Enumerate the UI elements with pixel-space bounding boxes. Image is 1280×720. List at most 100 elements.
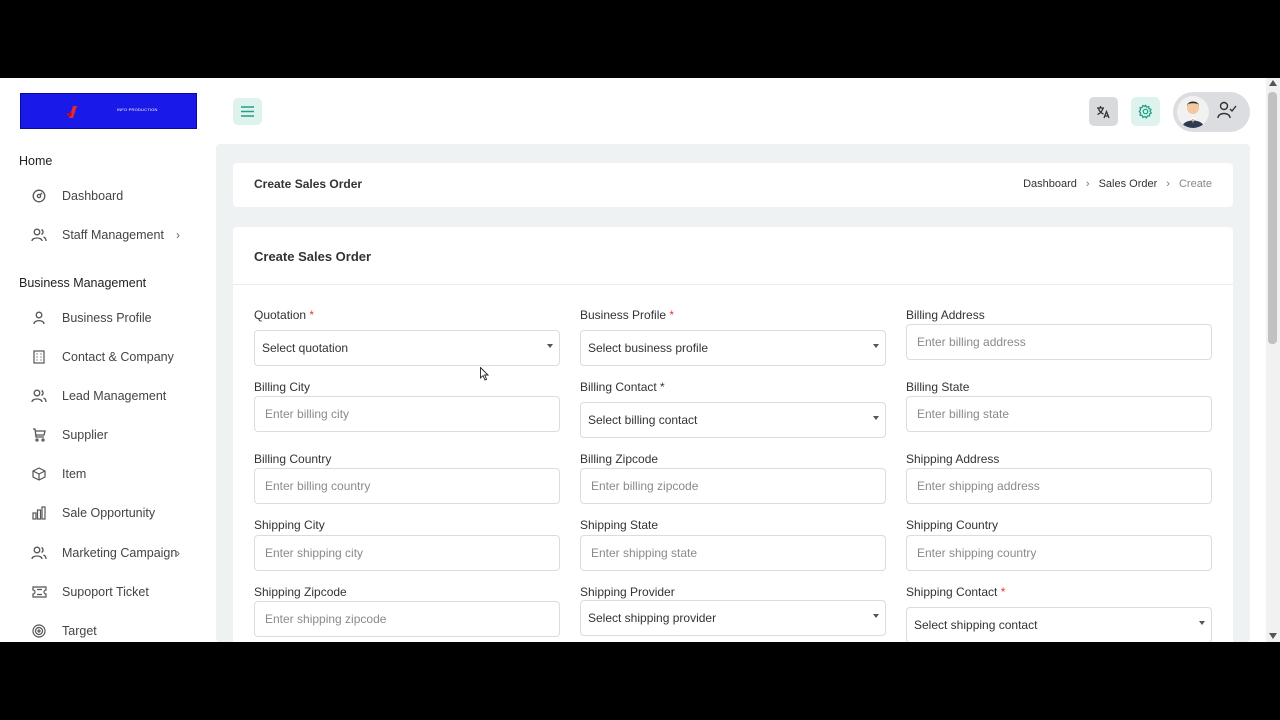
chevron-right-icon: ›	[1166, 178, 1170, 190]
select-value: Select shipping contact	[914, 618, 1038, 632]
sidebar-item-supplier[interactable]: Supplier	[30, 424, 200, 446]
label-text: Shipping Contact	[906, 585, 998, 599]
user-check-icon	[1217, 101, 1237, 119]
field-label-shipping-country: Shipping Country	[906, 518, 999, 532]
ticket-icon	[30, 583, 48, 601]
field-label-shipping-contact: Shipping Contact *	[906, 585, 1005, 599]
hamburger-icon	[241, 106, 254, 117]
label-text: Business Profile	[580, 308, 667, 322]
billing-contact-select[interactable]: Select billing contact	[580, 402, 886, 438]
sidebar-item-label: Marketing Campaign	[62, 546, 178, 560]
sidebar-item-marketing-campaign[interactable]: Marketing Campaign ›	[30, 542, 200, 564]
shipping-zipcode-input[interactable]: Enter shipping zipcode	[254, 601, 560, 637]
caret-down-icon	[873, 344, 879, 348]
sidebar-item-business-profile[interactable]: Business Profile	[30, 307, 200, 329]
sidebar-item-lead-management[interactable]: Lead Management	[30, 385, 200, 407]
form-title: Create Sales Order	[254, 249, 372, 264]
caret-down-icon	[873, 614, 879, 618]
shipping-state-input[interactable]: Enter shipping state	[580, 535, 886, 571]
sidebar-item-label: Supplier	[62, 428, 108, 442]
menu-toggle-button[interactable]	[233, 98, 262, 125]
sidebar-item-label: Contact & Company	[62, 350, 174, 364]
billing-zipcode-input[interactable]: Enter billing zipcode	[580, 468, 886, 504]
select-value: Select shipping provider	[588, 611, 717, 625]
sidebar-item-support-ticket[interactable]: Supoport Ticket	[30, 581, 200, 603]
letterbox-bottom	[0, 642, 1280, 720]
billing-state-input[interactable]: Enter billing state	[906, 396, 1212, 432]
field-label-billing-city: Billing City	[254, 380, 311, 394]
field-label-billing-contact: Billing Contact *	[580, 380, 665, 394]
logo-mark-icon	[67, 106, 77, 118]
box-icon	[30, 465, 48, 483]
chevron-right-icon: ›	[1085, 178, 1090, 190]
breadcrumb: Dashboard › Sales Order › Create	[1023, 178, 1212, 190]
business-profile-select[interactable]: Select business profile	[580, 330, 886, 366]
breadcrumb-item-sales-order[interactable]: Sales Order	[1099, 178, 1158, 190]
sidebar: INFO PRODUCTION Home Dashboard Staff Man…	[0, 78, 216, 642]
sidebar-item-label: Lead Management	[62, 389, 167, 403]
avatar	[1177, 96, 1209, 128]
sidebar-item-sale-opportunity[interactable]: Sale Opportunity	[30, 502, 200, 524]
scrollbar-thumb[interactable]	[1268, 92, 1277, 344]
sidebar-item-dashboard[interactable]: Dashboard	[30, 185, 200, 207]
translate-icon	[1097, 105, 1110, 118]
field-label-shipping-city: Shipping City	[254, 518, 325, 532]
logo-text: INFO PRODUCTION	[117, 107, 158, 112]
page-header-card: Create Sales Order Dashboard › Sales Ord…	[233, 163, 1233, 207]
chevron-right-icon: ›	[176, 228, 180, 242]
scroll-down-arrow-icon[interactable]	[1269, 633, 1277, 639]
sidebar-item-label: Dashboard	[62, 189, 124, 203]
sidebar-item-item[interactable]: Item	[30, 463, 200, 485]
shipping-contact-select[interactable]: Select shipping contact	[906, 607, 1212, 642]
field-label-business-profile: Business Profile *	[580, 308, 674, 322]
app-window: INFO PRODUCTION Home Dashboard Staff Man…	[0, 78, 1280, 642]
breadcrumb-item-dashboard[interactable]: Dashboard	[1023, 178, 1077, 190]
sidebar-item-label: Business Profile	[62, 311, 152, 325]
field-label-billing-address: Billing Address	[906, 308, 985, 322]
billing-country-input[interactable]: Enter billing country	[254, 468, 560, 504]
users-icon	[30, 226, 48, 244]
divider	[233, 284, 1233, 285]
user-menu[interactable]	[1173, 92, 1250, 132]
sidebar-item-staff-management[interactable]: Staff Management ›	[30, 224, 200, 246]
sidebar-item-label: Supoport Ticket	[62, 585, 149, 599]
required-marker: *	[669, 308, 675, 322]
field-label-shipping-provider: Shipping Provider	[580, 585, 675, 599]
users-icon	[30, 544, 48, 562]
sidebar-item-label: Sale Opportunity	[62, 506, 156, 520]
settings-button[interactable]	[1131, 97, 1160, 126]
users-icon	[30, 387, 48, 405]
shipping-address-input[interactable]: Enter shipping address	[906, 468, 1212, 504]
caret-down-icon	[873, 416, 879, 420]
page-scrollbar[interactable]	[1266, 78, 1280, 642]
shipping-country-input[interactable]: Enter shipping country	[906, 535, 1212, 571]
select-value: Select business profile	[588, 341, 709, 355]
page-title: Create Sales Order	[254, 177, 363, 191]
label-text: Quotation	[254, 308, 307, 322]
logo[interactable]: INFO PRODUCTION	[20, 93, 197, 129]
cart-icon	[30, 426, 48, 444]
sidebar-item-contact-company[interactable]: Contact & Company	[30, 346, 200, 368]
gear-icon	[1138, 104, 1153, 119]
section-title-home: Home	[19, 154, 53, 168]
scroll-up-arrow-icon[interactable]	[1269, 80, 1277, 86]
quotation-select[interactable]: Select quotation	[254, 330, 560, 366]
field-label-quotation: Quotation *	[254, 308, 314, 322]
shipping-provider-select[interactable]: Select shipping provider	[580, 600, 886, 636]
billing-city-input[interactable]: Enter billing city	[254, 396, 560, 432]
user-icon	[30, 309, 48, 327]
letterbox-top	[0, 0, 1280, 78]
sidebar-item-target[interactable]: Target	[30, 620, 200, 642]
caret-down-icon	[547, 344, 553, 348]
field-label-shipping-address: Shipping Address	[906, 452, 1000, 466]
translate-button[interactable]	[1089, 97, 1118, 126]
caret-down-icon	[1199, 621, 1205, 625]
field-label-shipping-state: Shipping State	[580, 518, 659, 532]
select-value: Select quotation	[262, 341, 349, 355]
required-marker: *	[309, 308, 315, 322]
breadcrumb-item-create: Create	[1178, 178, 1212, 190]
shipping-city-input[interactable]: Enter shipping city	[254, 535, 560, 571]
bar-chart-icon	[30, 504, 48, 522]
field-label-billing-state: Billing State	[906, 380, 970, 394]
billing-address-input[interactable]: Enter billing address	[906, 324, 1212, 360]
